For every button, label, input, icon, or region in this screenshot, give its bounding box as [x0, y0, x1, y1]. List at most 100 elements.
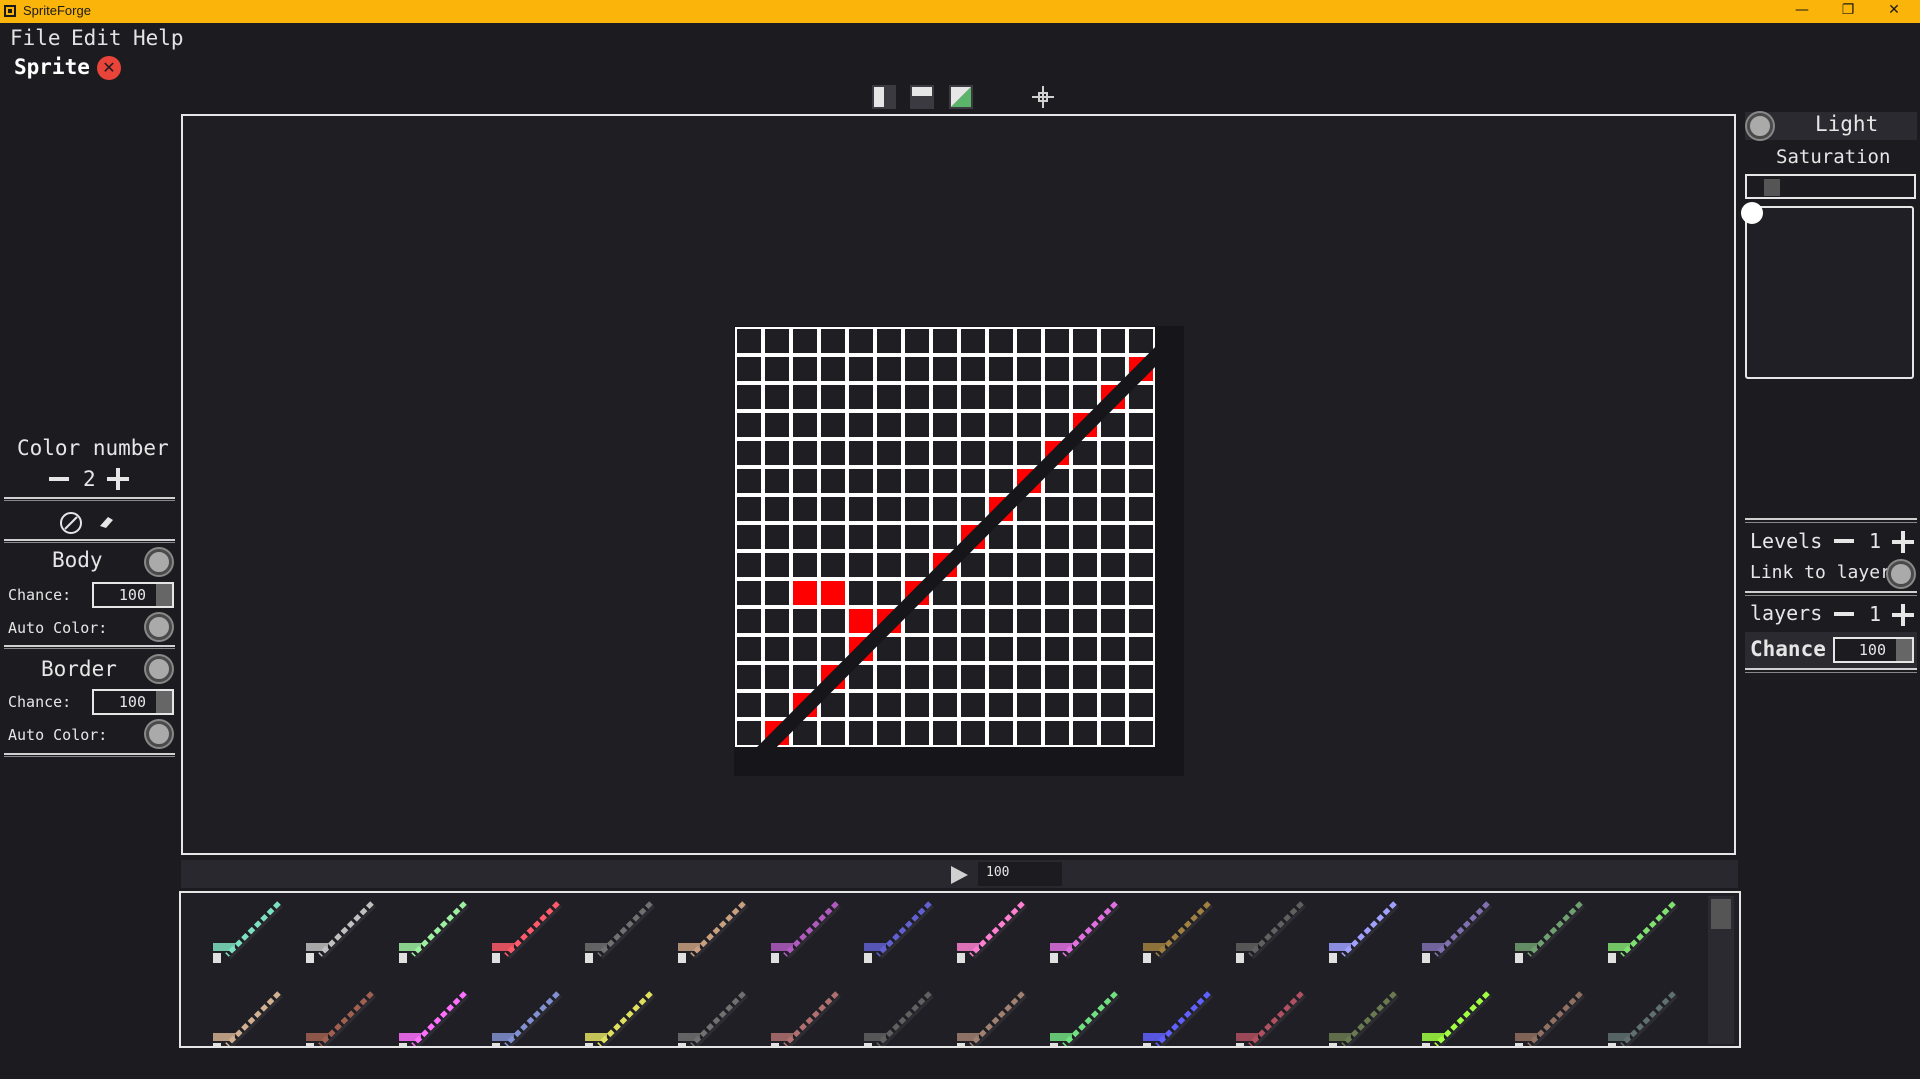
grid-cell[interactable] [1016, 608, 1042, 634]
grid-cell[interactable] [960, 356, 986, 382]
grid-cell[interactable] [1016, 636, 1042, 662]
palette-grid[interactable] [181, 893, 1701, 1046]
palette-sprite[interactable] [1608, 993, 1677, 1046]
palette-sprite[interactable] [1143, 993, 1212, 1046]
saturation-slider-thumb[interactable] [1764, 179, 1780, 196]
body-toggle[interactable] [146, 549, 172, 575]
grid-cell[interactable] [1044, 692, 1070, 718]
grid-cell[interactable] [1044, 580, 1070, 606]
grid-cell[interactable] [1044, 384, 1070, 410]
close-icon[interactable]: ✕ [1871, 0, 1917, 23]
grid-cell[interactable] [1100, 608, 1126, 634]
palette-sprite[interactable] [1329, 993, 1398, 1046]
grid-cell[interactable] [1128, 468, 1154, 494]
layers-decrement[interactable] [1834, 612, 1854, 616]
grid-cell[interactable] [764, 412, 790, 438]
palette-sprite[interactable] [1050, 903, 1119, 963]
split-diagonal-icon[interactable] [948, 84, 974, 110]
palette-sprite[interactable] [1236, 993, 1305, 1046]
grid-cell[interactable] [820, 720, 846, 746]
grid-cell[interactable] [736, 468, 762, 494]
grid-cell[interactable] [1016, 720, 1042, 746]
grid-cell[interactable] [876, 412, 902, 438]
grid-cell[interactable] [988, 580, 1014, 606]
grid-cell[interactable] [1100, 580, 1126, 606]
grid-cell[interactable] [1100, 636, 1126, 662]
grid-cell[interactable] [1016, 552, 1042, 578]
grid-cell[interactable] [820, 468, 846, 494]
grid-cell[interactable] [876, 384, 902, 410]
grid-cell[interactable] [960, 636, 986, 662]
color-preview[interactable] [1745, 206, 1914, 379]
grid-cell[interactable] [1044, 328, 1070, 354]
palette-sprite[interactable] [585, 903, 654, 963]
grid-cell[interactable] [1044, 608, 1070, 634]
palette-sprite[interactable] [1143, 903, 1212, 963]
chance-knob[interactable] [1896, 639, 1912, 661]
grid-cell[interactable] [736, 608, 762, 634]
grid-cell[interactable] [1100, 720, 1126, 746]
grid-cell[interactable] [1044, 636, 1070, 662]
grid-cell[interactable] [1016, 692, 1042, 718]
grid-cell[interactable] [792, 468, 818, 494]
color-number-decrement[interactable] [49, 477, 69, 481]
grid-cell[interactable] [1100, 524, 1126, 550]
grid-cell[interactable] [848, 580, 874, 606]
grid-cell[interactable] [736, 720, 762, 746]
grid-cell[interactable] [1016, 524, 1042, 550]
menu-edit[interactable]: Edit [71, 26, 122, 50]
grid-cell[interactable] [820, 328, 846, 354]
grid-cell[interactable] [820, 580, 846, 606]
grid-cell[interactable] [988, 412, 1014, 438]
border-toggle[interactable] [146, 656, 172, 682]
grid-cell[interactable] [736, 412, 762, 438]
grid-cell[interactable] [1128, 692, 1154, 718]
move-crosshair-icon[interactable] [1030, 84, 1056, 110]
grid-cell[interactable] [876, 664, 902, 690]
grid-cell[interactable] [876, 468, 902, 494]
grid-cell[interactable] [792, 440, 818, 466]
close-circle-icon[interactable]: ✕ [97, 56, 121, 80]
grid-cell[interactable] [1016, 412, 1042, 438]
grid-cell[interactable] [736, 664, 762, 690]
border-auto-color-toggle[interactable] [146, 721, 172, 747]
sprite-palette[interactable] [179, 891, 1741, 1048]
grid-cell[interactable] [848, 608, 874, 634]
grid-cell[interactable] [1100, 440, 1126, 466]
grid-cell[interactable] [1044, 412, 1070, 438]
palette-sprite[interactable] [399, 903, 468, 963]
grid-cell[interactable] [1044, 496, 1070, 522]
grid-cell[interactable] [960, 664, 986, 690]
palette-sprite[interactable] [492, 993, 561, 1046]
grid-cell[interactable] [960, 720, 986, 746]
grid-cell[interactable] [820, 440, 846, 466]
grid-cell[interactable] [1128, 580, 1154, 606]
grid-cell[interactable] [960, 468, 986, 494]
grid-cell[interactable] [960, 608, 986, 634]
palette-sprite[interactable] [957, 993, 1026, 1046]
grid-cell[interactable] [736, 552, 762, 578]
grid-cell[interactable] [1072, 328, 1098, 354]
grid-cell[interactable] [1072, 608, 1098, 634]
grid-cell[interactable] [848, 356, 874, 382]
palette-sprite[interactable] [1515, 903, 1584, 963]
grid-cell[interactable] [1044, 664, 1070, 690]
grid-cell[interactable] [960, 692, 986, 718]
grid-cell[interactable] [1072, 552, 1098, 578]
grid-cell[interactable] [932, 608, 958, 634]
grid-cell[interactable] [764, 356, 790, 382]
grid-cell[interactable] [904, 384, 930, 410]
grid-cell[interactable] [1072, 496, 1098, 522]
palette-sprite[interactable] [306, 993, 375, 1046]
grid-cell[interactable] [904, 412, 930, 438]
grid-cell[interactable] [1100, 664, 1126, 690]
grid-cell[interactable] [904, 440, 930, 466]
grid-cell[interactable] [904, 636, 930, 662]
grid-cell[interactable] [904, 692, 930, 718]
palette-sprite[interactable] [957, 903, 1026, 963]
palette-sprite[interactable] [771, 993, 840, 1046]
menu-file[interactable]: File [10, 26, 61, 50]
palette-sprite[interactable] [1608, 903, 1677, 963]
grid-cell[interactable] [1044, 720, 1070, 746]
grid-cell[interactable] [1016, 664, 1042, 690]
